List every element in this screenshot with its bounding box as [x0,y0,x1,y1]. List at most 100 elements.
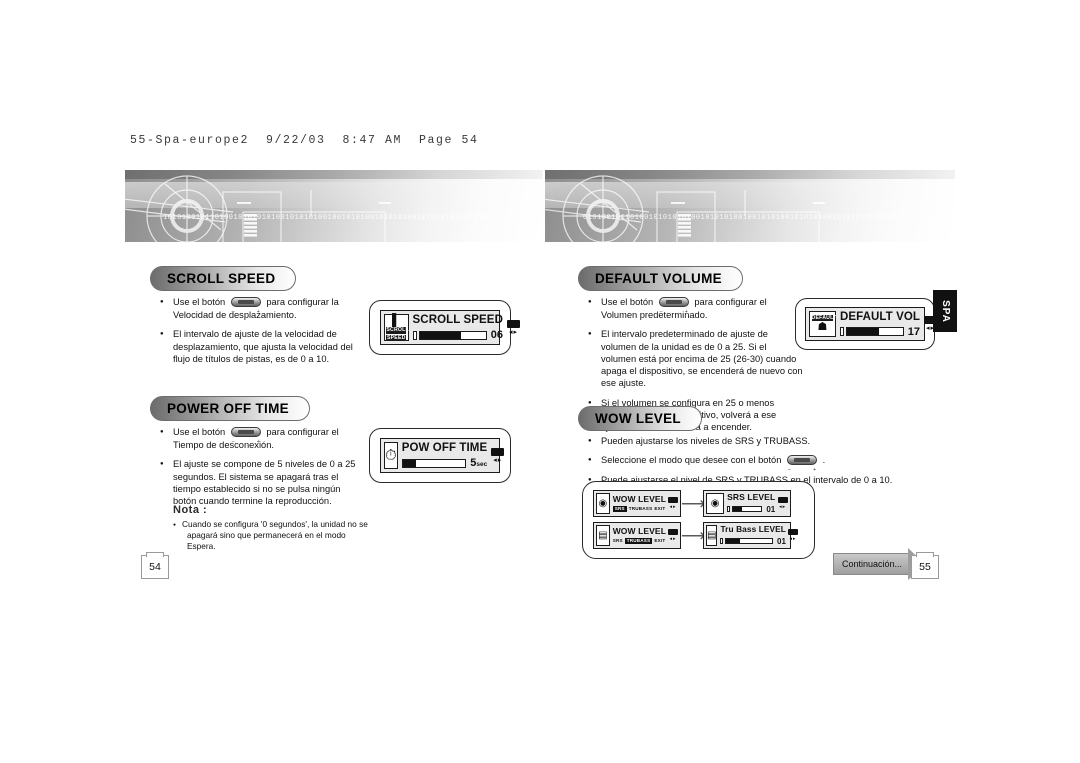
banner-graphics-left [125,175,391,242]
lcd-indicators: ◂▸ [506,314,520,341]
left-right-arrows-icon: ◂▸ [669,535,677,542]
bullet-text: El ajuste se compone de 5 niveles de 0 a… [173,459,356,507]
rocker-button-icon: – + [658,296,689,315]
bullet-item: Pueden ajustarse los niveles de SRS y TR… [588,435,918,448]
battery-icon [777,496,788,503]
scroll-speed-icon: ▌ SCROLL SPEED [384,314,409,341]
bar-marker [727,506,731,513]
lcd-indicators: ◂▸ [668,525,678,546]
lcd-display-power-off-time: ⏱ POW OFF TIME 5sec ◂▸ [380,438,505,473]
rocker-button-icon: – + [786,454,817,473]
section-title-label: POWER OFF TIME [167,401,289,416]
nota-title: Nota : [173,504,208,516]
lcd-indicators: ◂▸ [491,442,505,469]
bullets-power-off-time: Use el botón –+ para configurar el Tiemp… [160,426,360,514]
mode-tag-exit: EXIT [654,538,666,544]
banner-binary-left: 1010100101101001010101010010101010010010… [163,214,543,222]
banner-binary-right: 0101001011010010101010100101010100100101… [583,214,955,222]
lcd-title: WOW LEVEL [612,494,666,505]
mode-tag-srs: SRS [612,538,623,544]
mode-tag-exit: EXIT [654,506,666,512]
arrow-right-icon: ⟶ [681,526,706,545]
level-bar-track [725,538,774,545]
level-bar-fill [402,459,417,467]
scroll-glyph: ▌ [392,313,401,327]
bullet-text: El intervalo de ajuste de la velocidad d… [173,329,353,364]
mini-lcd-wow-level-srs: ◉ WOW LEVEL SRS TRUBASS EXIT ◂▸ [593,490,681,517]
speaker-glyph: ☗ [817,321,828,334]
lcd-main: WOW LEVEL SRS TRUBASS EXIT [612,493,666,514]
left-right-arrows-icon: ◂▸ [779,503,787,510]
alarm-clock-glyph: ⏱ [385,446,397,464]
lcd-card-scroll-speed: ▌ SCROLL SPEED SCROLL SPEED 06 ◂▸ [369,300,520,355]
lcd-main: WOW LEVEL SRS TRUBASS EXIT [613,525,666,546]
level-value: 06 [490,329,503,341]
default-volume-icon: DEFAULT ☗ [809,311,836,337]
battery-icon [491,447,505,456]
lcd-main: Tru Bass LEVEL 01 [720,525,786,546]
lcd-title: DEFAULT VOL [839,310,921,323]
lcd-indicators: ◂▸ [787,525,798,546]
wow-diagram-row: ▤ WOW LEVEL SRS TRUBASS EXIT ◂▸ ⟶ ▤ Tru … [593,522,804,549]
mode-tag-trubass: TRUBASS [628,506,653,512]
level-bar-row: 01 [727,505,775,514]
lcd-main: POW OFF TIME 5sec [401,442,488,469]
trubass-icon: ▤ [706,525,718,546]
bullet-text: El intervalo predeterminado de ajuste de… [601,329,803,389]
trubass-icon: ▤ [596,525,610,546]
trubass-glyph: ▤ [598,529,608,541]
battery-icon [668,528,678,535]
section-title-label: DEFAULT VOLUME [595,271,722,286]
level-unit: sec [476,461,488,468]
battery-icon [506,319,520,328]
level-value: 01 [766,504,776,514]
lcd-display-default-volume: DEFAULT ☗ DEFAULT VOL 17 ◂▸ [805,307,938,341]
bullet-item: El ajuste se compone de 5 niveles de 0 a… [160,458,360,507]
mini-lcd-srs-level: ◉ SRS LEVEL 01 ◂▸ [703,490,791,517]
level-bar-fill [726,539,741,544]
lcd-main: DEFAULT VOL 17 [839,310,921,338]
bullet-text-before: Use el botón [173,427,226,437]
language-tab-label: SPA [939,299,951,323]
page-number-right: 55 [911,552,939,579]
lcd-card-power-off-time: ⏱ POW OFF TIME 5sec ◂▸ [369,428,511,483]
trubass-glyph: ▤ [707,529,717,541]
bar-marker [839,327,844,336]
level-bar-track [845,327,904,336]
bar-marker [412,330,417,340]
section-title-scroll-speed: SCROLL SPEED [150,266,297,291]
level-bar-row: 06 [412,329,503,341]
language-tab-spa: SPA [933,290,957,332]
bullet-item: El intervalo de ajuste de la velocidad d… [160,328,365,365]
nota-item: Cuando se configura '0 segundos', la uni… [173,519,368,553]
lcd-card-default-volume: DEFAULT ☗ DEFAULT VOL 17 ◂▸ [795,298,938,350]
lcd-display-scroll-speed: ▌ SCROLL SPEED SCROLL SPEED 06 ◂▸ [380,310,520,345]
nota-line-1: Cuando se configura '0 segundos', la uni… [182,519,368,529]
decorative-banner-left: 1010100101101001010101010010101010010010… [125,170,543,242]
level-bar-track [732,506,763,513]
mini-lcd-tru-bass-level: ▤ Tru Bass LEVEL 01 ◂▸ [703,522,798,549]
bullet-item: Use el botón –+ para configurar la Veloc… [160,296,365,321]
mode-tag-trubass: TRUBASS [624,537,653,544]
page-number-left: 54 [141,552,169,579]
level-value: 01 [777,536,786,546]
lcd-main: SRS LEVEL 01 [727,493,775,514]
battery-icon [787,528,798,535]
bullet-text-after: . [822,455,826,466]
level-bar-fill [733,507,742,512]
decorative-banner-right: 0101001011010010101010100101010100100101… [545,170,955,242]
alarm-clock-icon: ⏱ [384,442,398,469]
continuation-label: Continuación... [833,553,909,575]
bar-marker [720,538,724,545]
mini-lcd-wow-level-trubass: ▤ WOW LEVEL SRS TRUBASS EXIT ◂▸ [593,522,681,549]
lcd-title: SRS LEVEL [727,492,776,503]
arrow-right-icon: ⟶ [681,494,706,513]
banner-graphics-right [545,175,825,242]
level-value: 17 [907,325,921,338]
rocker-button-icon: – + [230,426,261,445]
document-page: 55-Spa-europe2 9/22/03 8:47 AM Page 54 1… [0,0,1080,763]
icon-label-bottom: SPEED [386,334,407,341]
wow-level-diagram-panel: ◉ WOW LEVEL SRS TRUBASS EXIT ◂▸ ⟶ ◉ SRS … [582,481,815,559]
nota-block: Nota : Cuando se configura '0 segundos',… [173,504,368,553]
left-right-arrows-icon: ◂▸ [493,456,503,464]
